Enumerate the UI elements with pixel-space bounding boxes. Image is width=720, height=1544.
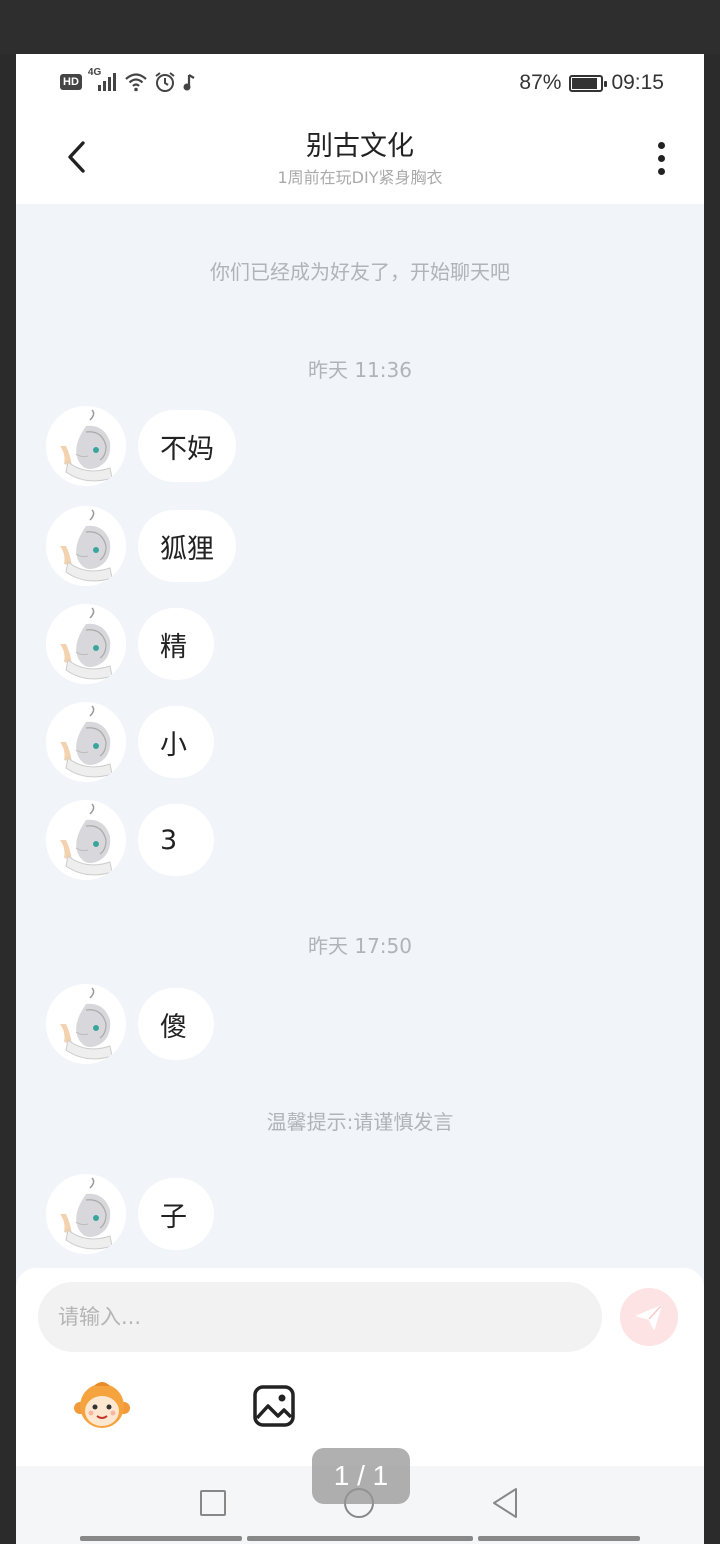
hd-icon: HD bbox=[60, 74, 82, 90]
triangle-back-icon[interactable] bbox=[490, 1486, 520, 1520]
message-row: 小 bbox=[46, 702, 214, 782]
send-icon bbox=[636, 1305, 662, 1330]
message-row: 3 bbox=[46, 800, 214, 880]
signal-icon: 4G bbox=[88, 67, 118, 93]
image-button[interactable] bbox=[250, 1382, 298, 1430]
battery-icon bbox=[569, 74, 608, 92]
viewer-top-bar bbox=[0, 0, 720, 54]
battery-fill bbox=[572, 77, 597, 89]
message-bubble[interactable]: 子 bbox=[138, 1178, 214, 1250]
message-row: 傻 bbox=[46, 984, 214, 1064]
warning-notice: 温馨提示:请谨慎发言 bbox=[266, 1110, 454, 1134]
avatar[interactable] bbox=[46, 800, 126, 880]
scroll-track bbox=[247, 1536, 473, 1541]
chat-subtitle: 1周前在玩DIY紧身胸衣 bbox=[277, 168, 443, 187]
message-bubble[interactable]: 不妈 bbox=[138, 410, 236, 482]
message-bubble[interactable]: 小 bbox=[138, 706, 214, 778]
friend-notice: 你们已经成为好友了，开始聊天吧 bbox=[210, 260, 510, 284]
status-bar: HD 4G 87% 09:15 bbox=[16, 54, 704, 114]
avatar[interactable] bbox=[46, 702, 126, 782]
message-input[interactable] bbox=[38, 1282, 602, 1352]
avatar[interactable] bbox=[46, 984, 126, 1064]
message-row: 狐狸 bbox=[46, 506, 236, 586]
status-left: HD 4G bbox=[60, 67, 196, 93]
message-row: 子 bbox=[46, 1174, 214, 1254]
status-time: 09:15 bbox=[611, 71, 664, 94]
message-row: 不妈 bbox=[46, 406, 236, 486]
message-timestamp: 昨天 11:36 bbox=[308, 358, 412, 382]
page-indicator: 1 / 1 bbox=[312, 1448, 410, 1504]
more-options-button[interactable] bbox=[646, 136, 676, 180]
alarm-icon bbox=[155, 72, 175, 92]
message-bubble[interactable]: 精 bbox=[138, 608, 214, 680]
music-icon bbox=[183, 74, 195, 91]
scroll-track bbox=[80, 1536, 242, 1541]
message-bubble[interactable]: 狐狸 bbox=[138, 510, 236, 582]
more-dot bbox=[657, 154, 665, 162]
more-dot bbox=[657, 167, 665, 175]
avatar[interactable] bbox=[46, 1174, 126, 1254]
message-bubble[interactable]: 3 bbox=[138, 804, 214, 876]
monkey-emoji-icon bbox=[74, 1382, 130, 1428]
scroll-track bbox=[478, 1536, 640, 1541]
wifi-icon bbox=[125, 73, 147, 92]
battery-percent: 87% bbox=[519, 71, 562, 94]
emoji-button[interactable] bbox=[72, 1378, 132, 1434]
send-button[interactable] bbox=[620, 1288, 678, 1346]
recent-apps-button[interactable] bbox=[200, 1490, 226, 1516]
phone-screen: HD 4G 87% 09:15 别古文化 1周前在玩DIY紧身胸衣 你们已经成为… bbox=[16, 54, 704, 1544]
status-right: 87% 09:15 bbox=[519, 71, 664, 95]
message-timestamp: 昨天 17:50 bbox=[308, 934, 412, 958]
image-icon bbox=[253, 1385, 295, 1427]
message-bubble[interactable]: 傻 bbox=[138, 988, 214, 1060]
more-vertical-icon bbox=[657, 141, 665, 149]
avatar[interactable] bbox=[46, 604, 126, 684]
avatar[interactable] bbox=[46, 406, 126, 486]
avatar[interactable] bbox=[46, 506, 126, 586]
chat-title: 别古文化 bbox=[306, 131, 414, 162]
chat-header: 别古文化 1周前在玩DIY紧身胸衣 bbox=[16, 114, 704, 204]
message-row: 精 bbox=[46, 604, 214, 684]
